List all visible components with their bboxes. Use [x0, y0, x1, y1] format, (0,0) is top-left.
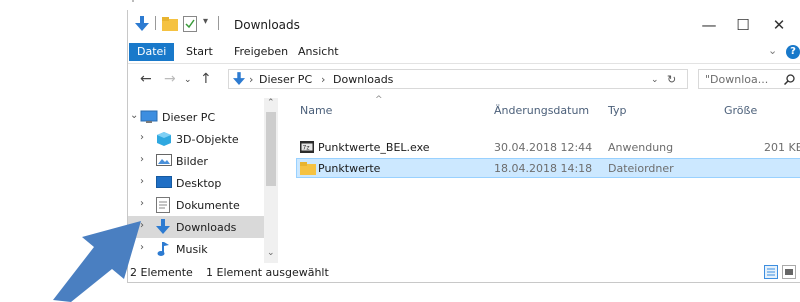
pointer-arrow-icon	[53, 221, 141, 302]
